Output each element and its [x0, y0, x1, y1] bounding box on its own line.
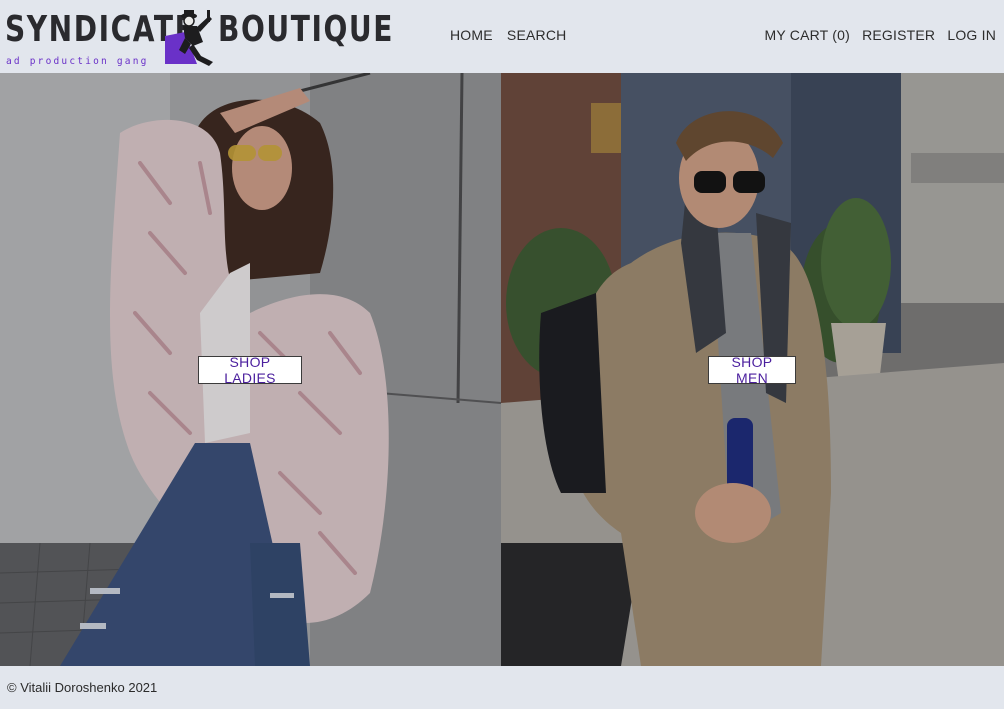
- nav-search-link[interactable]: SEARCH: [507, 27, 567, 43]
- nav-cart-link[interactable]: MY CART (0): [765, 27, 850, 43]
- gangster-figure-icon: [165, 10, 213, 66]
- nav-register-link[interactable]: REGISTER: [862, 27, 935, 43]
- brand-name-second: BOUTIQUE: [218, 9, 395, 50]
- brand-logo[interactable]: SYNDICATE BOUTIQUE ad production gang: [5, 6, 392, 68]
- hero-banner: SHOP LADIES SHOP MEN: [0, 73, 1004, 666]
- site-footer: © Vitalii Doroshenko 2021: [0, 666, 1004, 709]
- copyright-text: © Vitalii Doroshenko 2021: [7, 680, 158, 695]
- brand-tagline: ad production gang: [6, 56, 149, 67]
- nav-login-link[interactable]: LOG IN: [947, 27, 996, 43]
- shop-men-button[interactable]: SHOP MEN: [708, 354, 796, 386]
- main-nav: HOME SEARCH: [450, 27, 576, 47]
- nav-home-link[interactable]: HOME: [450, 27, 493, 43]
- shop-ladies-button[interactable]: SHOP LADIES: [198, 354, 302, 386]
- account-nav: MY CART (0) REGISTER LOG IN: [757, 27, 996, 47]
- site-header: SYNDICATE BOUTIQUE ad production gang HO…: [0, 0, 1004, 73]
